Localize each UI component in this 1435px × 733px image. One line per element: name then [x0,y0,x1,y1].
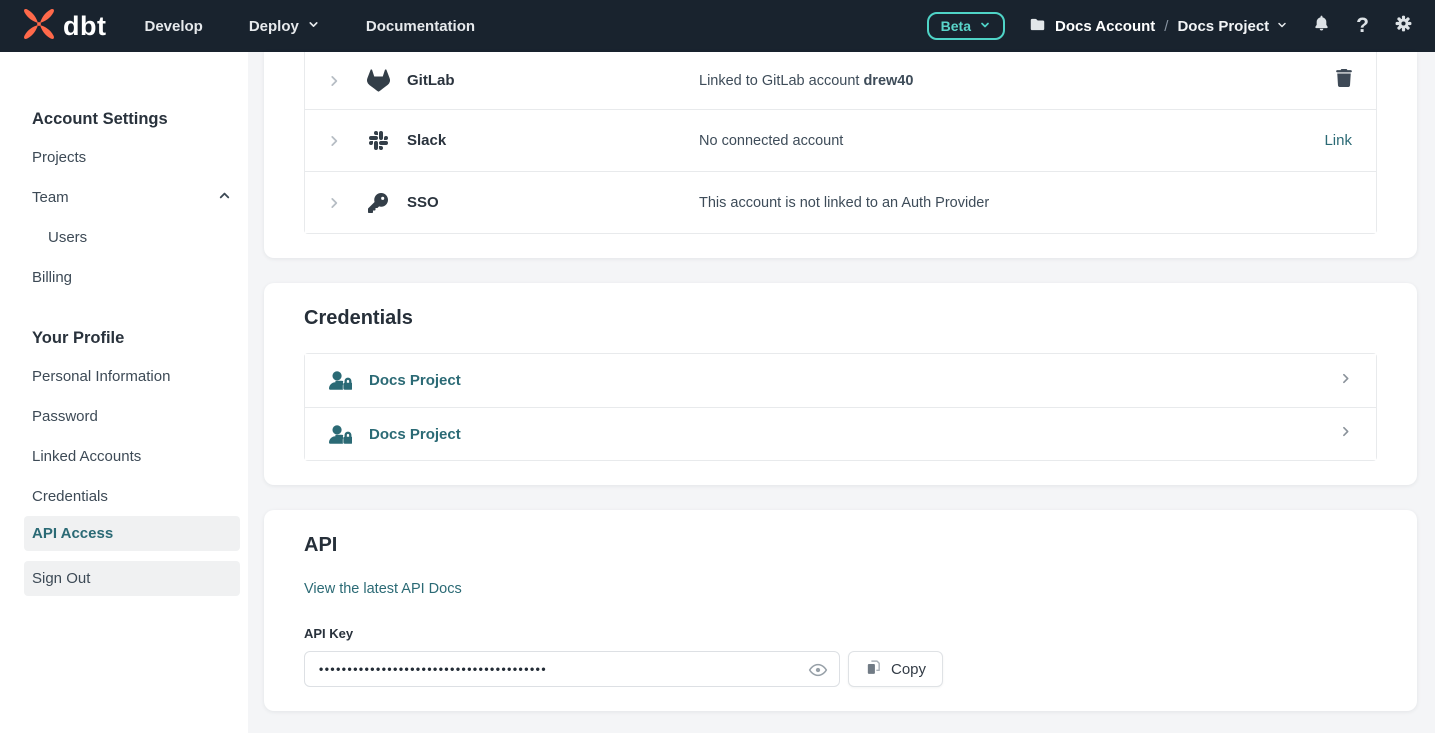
folder-icon [1029,16,1046,37]
chevron-down-icon [979,18,991,34]
api-key-masked-value: •••••••••••••••••••••••••••••••••••••••• [319,662,547,676]
key-icon [365,193,391,213]
settings-sidebar: Account Settings Projects Team Users Bil… [0,52,248,733]
unlink-gitlab-button[interactable] [1336,69,1352,92]
breadcrumb-account[interactable]: Docs Account [1055,18,1155,35]
sidebar-item-credentials[interactable]: Credentials [24,476,240,516]
account-status: Linked to GitLab account drew40 [699,73,1336,89]
breadcrumb: Docs Account / Docs Project [1029,16,1288,37]
sidebar-item-sign-out[interactable]: Sign Out [24,561,240,596]
sidebar-item-billing[interactable]: Billing [24,257,240,297]
account-name: SSO [407,194,699,211]
account-status: This account is not linked to an Auth Pr… [699,195,1352,211]
gitlab-icon [365,69,391,92]
sidebar-item-team[interactable]: Team [24,177,240,217]
breadcrumb-project-selector[interactable]: Docs Project [1177,18,1288,35]
linked-accounts-card: GitLab Linked to GitLab account drew40 [264,52,1417,258]
user-lock-icon [329,371,353,390]
account-status: No connected account [699,133,1324,149]
navbar-icon-group: ? [1312,14,1413,38]
api-key-label: API Key [304,626,1377,641]
eye-icon[interactable] [808,660,828,685]
sidebar-item-password[interactable]: Password [24,396,240,436]
slack-icon [365,131,391,150]
sidebar-item-projects[interactable]: Projects [24,137,240,177]
api-key-input[interactable]: •••••••••••••••••••••••••••••••••••••••• [304,651,840,687]
trash-icon [1336,69,1352,92]
expand-row-button[interactable] [327,134,343,148]
link-slack-button[interactable]: Link [1324,132,1352,149]
sidebar-item-users[interactable]: Users [24,217,240,257]
chevron-down-icon [307,18,320,35]
dbt-logo[interactable]: dbt [22,7,106,46]
gear-icon[interactable] [1394,14,1413,38]
breadcrumb-separator: / [1164,18,1168,35]
nav-item-develop[interactable]: Develop [144,18,202,35]
beta-dropdown[interactable]: Beta [927,12,1005,40]
dbt-logo-text: dbt [63,11,106,42]
bell-icon[interactable] [1312,14,1331,38]
main-content: GitLab Linked to GitLab account drew40 [248,52,1435,733]
navbar-right: Beta Docs Account / Docs Project ? [927,12,1413,40]
linked-accounts-table: GitLab Linked to GitLab account drew40 [304,52,1377,234]
api-docs-link[interactable]: View the latest API Docs [304,581,462,597]
sidebar-item-personal-information[interactable]: Personal Information [24,356,240,396]
credential-row[interactable]: Docs Project [305,354,1376,407]
credential-row[interactable]: Docs Project [305,407,1376,460]
chevron-right-icon [1339,372,1352,390]
api-title: API [304,534,1377,557]
account-name: GitLab [407,72,699,89]
linked-account-row-sso: SSO This account is not linked to an Aut… [305,171,1376,233]
expand-row-button[interactable] [327,196,343,210]
credential-project-label: Docs Project [369,426,1339,443]
chevron-up-icon [217,188,232,207]
user-lock-icon [329,425,353,444]
account-name: Slack [407,132,699,149]
sidebar-item-api-access[interactable]: API Access [24,516,240,551]
copy-button[interactable]: Copy [848,651,943,687]
sidebar-heading-account-settings: Account Settings [32,110,240,129]
main-nav: Develop Deploy Documentation [144,18,475,35]
nav-item-deploy[interactable]: Deploy [249,18,320,35]
nav-item-documentation[interactable]: Documentation [366,18,475,35]
sidebar-heading-your-profile: Your Profile [32,329,240,348]
top-navbar: dbt Develop Deploy Documentation Beta Do… [0,0,1435,52]
credentials-table: Docs Project Docs Project [304,353,1377,461]
chevron-right-icon [1339,425,1352,443]
credentials-card: Credentials Docs Project Docs Project [264,283,1417,485]
dbt-logo-icon [22,7,56,46]
linked-account-row-slack: Slack No connected account Link [305,109,1376,171]
copy-icon [865,659,882,680]
credentials-title: Credentials [304,307,1377,330]
api-card: API View the latest API Docs API Key •••… [264,510,1417,711]
expand-row-button[interactable] [327,74,343,88]
help-icon[interactable]: ? [1356,14,1369,38]
sidebar-item-linked-accounts[interactable]: Linked Accounts [24,436,240,476]
linked-account-row-gitlab: GitLab Linked to GitLab account drew40 [305,52,1376,109]
chevron-down-icon [1276,18,1288,35]
credential-project-label: Docs Project [369,372,1339,389]
